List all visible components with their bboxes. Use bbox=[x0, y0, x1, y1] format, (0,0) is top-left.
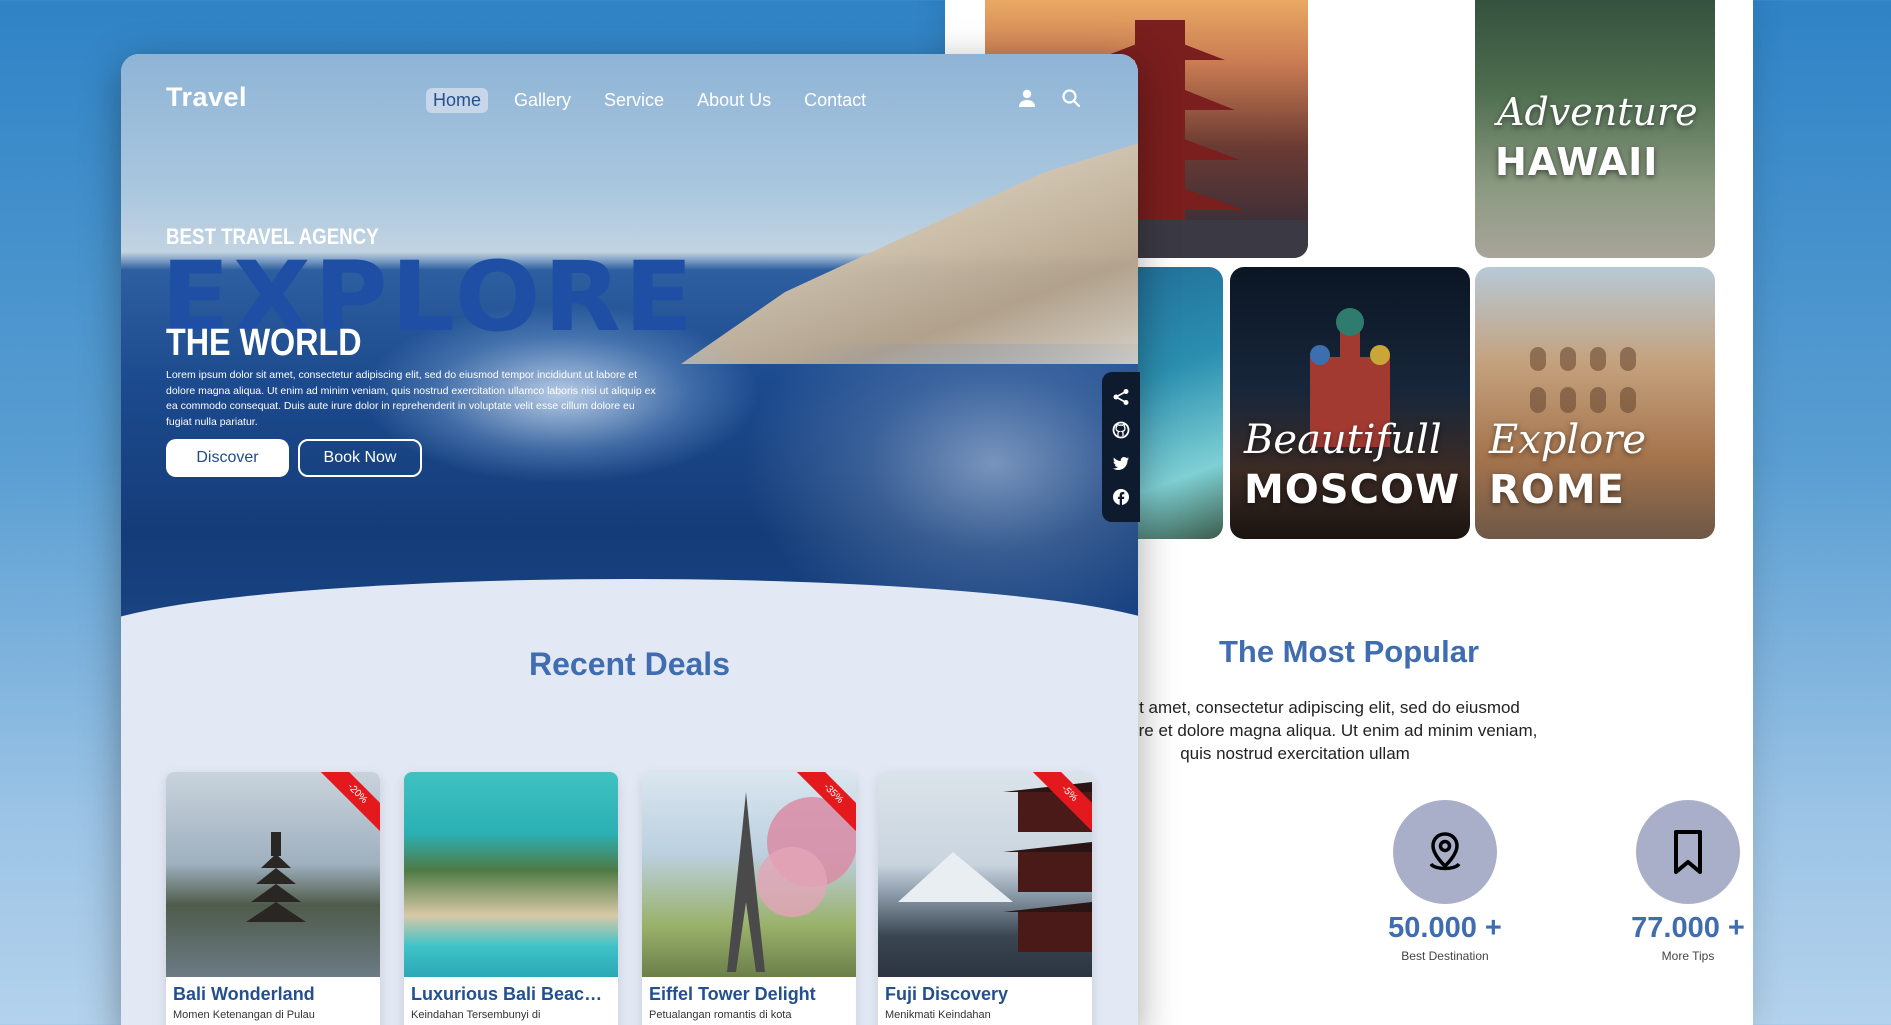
brand-logo[interactable]: Travel bbox=[166, 82, 247, 113]
deal-subtitle: Keindahan Tersembunyi di bbox=[411, 1009, 541, 1021]
deal-card[interactable]: Luxurious Bali Beach ... Keindahan Terse… bbox=[404, 772, 618, 1025]
nav-icons bbox=[1017, 88, 1081, 108]
gallery-card-moscow[interactable]: Beautifull MOSCOW bbox=[1230, 267, 1470, 539]
deal-image-bali-beach bbox=[404, 772, 618, 977]
deal-subtitle: Menikmati Keindahan bbox=[885, 1009, 991, 1021]
stat-item: 77.000 + More Tips bbox=[1588, 800, 1753, 963]
nav-item-home[interactable]: Home bbox=[426, 88, 489, 113]
gallery-caption-place: MOSCOW bbox=[1244, 467, 1461, 513]
stat-number: 77.000 + bbox=[1631, 912, 1745, 944]
deal-image-fuji: -5% bbox=[878, 772, 1092, 977]
deal-title: Eiffel Tower Delight bbox=[649, 984, 816, 1004]
deal-card[interactable]: -20% Bali Wonderland Momen Ketenangan di… bbox=[166, 772, 380, 1025]
stat-item: 50.000 + Best Destination bbox=[1345, 800, 1545, 963]
front-page-preview: Travel Home Gallery Service About Us Con… bbox=[121, 54, 1138, 1025]
deal-title: Fuji Discovery bbox=[885, 984, 1009, 1004]
hero-description: Lorem ipsum dolor sit amet, consectetur … bbox=[166, 369, 656, 428]
stat-number: 50.000 + bbox=[1388, 912, 1502, 944]
gallery-card-rome[interactable]: Explore ROME bbox=[1475, 267, 1715, 539]
github-icon[interactable] bbox=[1112, 421, 1130, 439]
book-now-button[interactable]: Book Now bbox=[298, 439, 422, 477]
twitter-icon[interactable] bbox=[1112, 455, 1130, 473]
stat-label: Best Destination bbox=[1401, 949, 1489, 963]
search-icon[interactable] bbox=[1061, 88, 1081, 108]
deal-title: Bali Wonderland bbox=[173, 984, 315, 1004]
nav-item-gallery[interactable]: Gallery bbox=[507, 88, 578, 113]
gallery-caption-place: ROME bbox=[1489, 467, 1625, 513]
location-pin-icon bbox=[1393, 800, 1497, 904]
gallery-card-hawaii[interactable]: Adventure HAWAII bbox=[1475, 0, 1715, 258]
deal-image-bali-temple: -20% bbox=[166, 772, 380, 977]
deal-subtitle: Momen Ketenangan di Pulau bbox=[173, 1009, 315, 1021]
gallery-caption-script: Beautifull bbox=[1244, 417, 1442, 463]
share-icon[interactable] bbox=[1112, 388, 1130, 406]
stat-label: More Tips bbox=[1661, 949, 1715, 963]
recent-deals-title: Recent Deals bbox=[529, 646, 730, 682]
bookmark-icon bbox=[1636, 800, 1740, 904]
gallery-caption-script: Explore bbox=[1489, 417, 1647, 463]
main-nav: Home Gallery Service About Us Contact bbox=[426, 88, 892, 113]
nav-item-service[interactable]: Service bbox=[597, 88, 671, 113]
facebook-icon[interactable] bbox=[1112, 488, 1130, 506]
gallery-caption-place: HAWAII bbox=[1495, 140, 1659, 184]
deal-subtitle: Petualangan romantis di kota bbox=[649, 1009, 792, 1021]
deal-card[interactable]: -5% Fuji Discovery Menikmati Keindahan bbox=[878, 772, 1092, 1025]
nav-item-about-us[interactable]: About Us bbox=[690, 88, 778, 113]
nav-item-contact[interactable]: Contact bbox=[797, 88, 873, 113]
deal-title: Luxurious Bali Beach ... bbox=[411, 984, 616, 1004]
hero-subheadline: THE WORLD bbox=[166, 322, 362, 364]
deal-image-eiffel-tower: -35% bbox=[642, 772, 856, 977]
discover-button[interactable]: Discover bbox=[166, 439, 289, 477]
social-share-bar bbox=[1102, 372, 1140, 522]
user-icon[interactable] bbox=[1017, 88, 1037, 108]
deal-card[interactable]: -35% Eiffel Tower Delight Petualangan ro… bbox=[642, 772, 856, 1025]
gallery-caption-script: Adventure bbox=[1497, 90, 1698, 134]
